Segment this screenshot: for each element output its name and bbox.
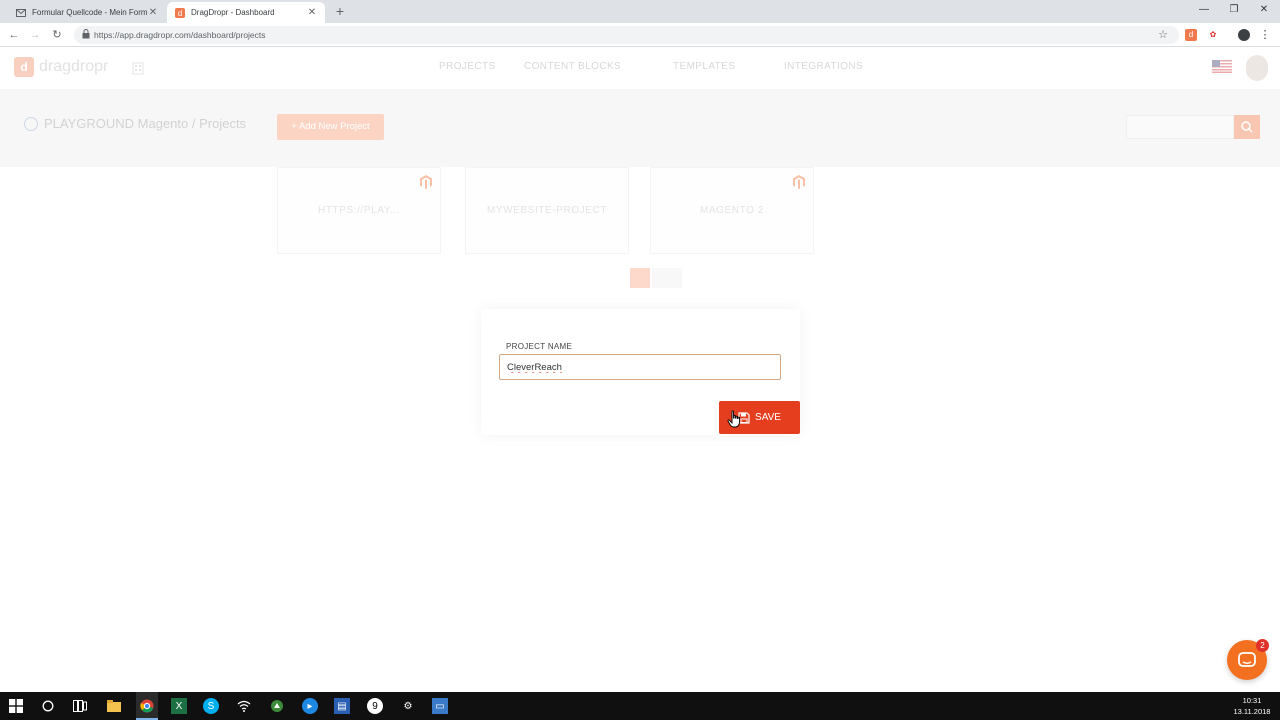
browser-tab-title: Formular Quellcode - Mein Form	[32, 8, 148, 17]
windows-start-icon[interactable]	[8, 698, 24, 714]
project-card-name: HTTPS://PLAY...	[318, 205, 400, 216]
magento-icon	[420, 175, 432, 189]
dragdropr-extension-icon[interactable]: d	[1185, 29, 1197, 41]
clock-time: 10:31	[1242, 696, 1262, 705]
window-app-icon[interactable]: ▭	[432, 698, 448, 714]
forward-arrow-icon[interactable]: →	[27, 27, 43, 43]
task-view-icon[interactable]	[72, 698, 88, 714]
svg-text:d: d	[178, 9, 182, 18]
project-toolbar: PLAYGROUND Magento / Projects + Add New …	[0, 89, 1280, 167]
nav-projects[interactable]: PROJECTS	[439, 61, 496, 72]
url-text: https://app.dragdropr.com/dashboard/proj…	[94, 30, 266, 40]
skype-icon[interactable]: S	[203, 698, 219, 714]
settings-gear-icon[interactable]: ⚙	[400, 698, 416, 714]
nav-integrations[interactable]: INTEGRATIONS	[784, 61, 863, 72]
breadcrumb: PLAYGROUND Magento / Projects	[24, 116, 246, 131]
project-card-name: MYWEBSITE-PROJECT	[486, 205, 608, 216]
save-button-label: SAVE	[755, 412, 781, 423]
browser-toolbar: ← → ↻ https://app.dragdropr.com/dashboar…	[0, 23, 1280, 47]
building-icon[interactable]	[131, 61, 145, 75]
new-tab-button[interactable]: +	[332, 2, 348, 20]
back-arrow-icon[interactable]: ←	[6, 27, 22, 43]
app-header: d dragdropr PROJECTS CONTENT BLOCKS TEMP…	[0, 47, 1280, 89]
search-input[interactable]	[1126, 115, 1234, 139]
taskbar-clock[interactable]: 10:31 13.11.2018	[1232, 695, 1272, 717]
minimize-icon[interactable]: —	[1189, 0, 1219, 20]
browser-tab-strip: Formular Quellcode - Mein Form ✕ d DragD…	[0, 0, 1280, 23]
chat-notification-badge: 2	[1256, 639, 1269, 652]
close-tab-icon[interactable]: ✕	[148, 7, 158, 18]
search-icon	[1241, 121, 1253, 133]
excel-icon[interactable]: X	[171, 698, 187, 714]
search-button[interactable]	[1234, 115, 1260, 139]
file-explorer-icon[interactable]	[106, 698, 122, 714]
mail-icon	[16, 8, 26, 18]
logo-text: dragdropr	[39, 58, 109, 75]
hand-cursor-icon	[727, 410, 740, 428]
bookmark-star-icon[interactable]: ☆	[1155, 27, 1171, 43]
restore-icon[interactable]: ❐	[1219, 0, 1249, 20]
browser-tab-title: DragDropr - Dashboard	[191, 8, 275, 17]
reload-icon[interactable]: ↻	[49, 27, 65, 43]
us-flag-icon[interactable]	[1212, 60, 1232, 73]
breadcrumb-text: PLAYGROUND Magento / Projects	[44, 116, 247, 131]
pagination-next[interactable]	[652, 268, 682, 288]
nav-templates[interactable]: TEMPLATES	[673, 61, 735, 72]
search-circle-icon[interactable]	[40, 698, 56, 714]
close-window-icon[interactable]: ✕	[1249, 0, 1279, 20]
dragdropr-logo[interactable]: d dragdropr	[14, 57, 108, 77]
wifi-icon[interactable]	[236, 698, 252, 714]
project-card-name: MAGENTO 2	[699, 205, 765, 216]
profile-icon[interactable]	[1238, 29, 1250, 41]
chrome-icon[interactable]	[139, 698, 155, 714]
address-bar[interactable]: https://app.dragdropr.com/dashboard/proj…	[74, 26, 1179, 44]
nav-content-blocks[interactable]: CONTENT BLOCKS	[524, 61, 621, 72]
video-call-icon[interactable]: ▸	[302, 698, 318, 714]
magento-icon	[793, 175, 805, 189]
menu-icon[interactable]: ⋮	[1259, 29, 1271, 41]
avatar[interactable]	[1246, 55, 1268, 81]
circle-app-icon[interactable]: 9	[367, 698, 383, 714]
project-card[interactable]: MAGENTO 2	[650, 167, 814, 254]
globe-icon	[24, 116, 38, 131]
logo-mark-icon: d	[14, 57, 34, 77]
add-new-project-button[interactable]: + Add New Project	[277, 114, 384, 140]
project-card[interactable]: MYWEBSITE-PROJECT	[465, 167, 629, 254]
new-project-modal: PROJECT NAME SAVE	[481, 309, 800, 435]
close-tab-icon[interactable]: ✕	[307, 7, 317, 18]
project-name-label: PROJECT NAME	[506, 342, 573, 351]
lock-icon	[82, 29, 90, 39]
browser-tab-dragdropr[interactable]: d DragDropr - Dashboard ✕	[167, 2, 325, 23]
pagination-current[interactable]	[630, 268, 650, 288]
project-name-input[interactable]	[499, 354, 781, 380]
app-icon[interactable]	[269, 698, 285, 714]
extension-icon[interactable]: ✿	[1207, 29, 1219, 41]
chat-bubble-icon	[1238, 652, 1256, 667]
document-app-icon[interactable]: ▤	[334, 698, 350, 714]
windows-taskbar: X S ▸ ▤ 9 ⚙ ▭ 10:31 13.11.2018	[0, 692, 1280, 720]
browser-tab-formular[interactable]: Formular Quellcode - Mein Form ✕	[8, 2, 166, 23]
dragdropr-favicon: d	[175, 7, 185, 18]
clock-date: 13.11.2018	[1233, 707, 1271, 716]
project-card[interactable]: HTTPS://PLAY...	[277, 167, 441, 254]
